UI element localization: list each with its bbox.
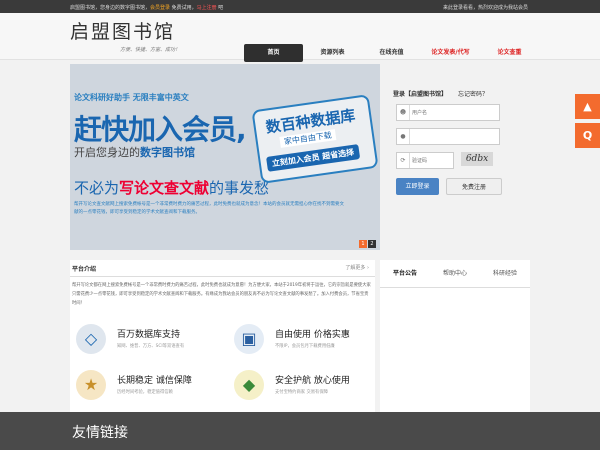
qq-icon[interactable]: Q [575,123,600,148]
feature-item: ◆ 安全护航 放心使用 支付宝特约商家 交易有保障 [228,368,378,413]
register-button[interactable]: 免费注册 [446,178,502,195]
banner-line3: 开启您身边的数字图书馆 [74,144,195,160]
lock-icon: ● [397,129,410,144]
platform-intro: 平台介绍 了解更多 › 帮开写论文都在网上搜索免费帐号是一个非常费时费力的痛苦过… [70,260,375,412]
feature-sub: 知网、维普、万方、SCI等双语查有 [117,344,185,349]
login-button[interactable]: 立即登录 [396,178,439,195]
tab-research-experience[interactable]: 科研经验 [480,260,530,287]
header: 启盟图书馆 方便、快捷、方富、成功！ 首页 资源列表 在线充值 论文发表/代写 … [0,13,600,62]
intro-divider [70,276,375,277]
friend-links-title: 友情链接 [72,425,128,441]
footer: 友情链接 [0,412,600,450]
user-icon: ☻ [397,105,410,120]
intro-more-link[interactable]: 了解更多 › [345,264,369,271]
promo-banner[interactable]: 论文科研好助手 无限丰富中英文 赶快加入会员, 开启您身边的数字图书馆 不必为写… [70,64,380,250]
username-input[interactable] [412,108,492,117]
banner-line4-c: 的事发愁 [209,179,270,197]
shield-icon: ◆ [234,370,264,400]
nav-recharge[interactable]: 在线充值 [362,44,421,62]
banner-line4: 不必为写论文查文献的事发愁 [74,177,269,198]
username-field[interactable]: ☻ [396,104,500,121]
medal-icon: ★ [76,370,106,400]
banner-description: 帮开写论文查文献网上搜索免费帐号是一个非常费时费力的痛苦过程，此时免费也就成为意… [74,202,344,215]
tab-announcements[interactable]: 平台公告 [380,260,430,287]
tab-row: 平台公告 帮助中心 科研经验 [380,260,530,288]
forgot-password-link[interactable]: 忘记密码？ [458,89,488,98]
nav-plagiarism-check[interactable]: 论文查重 [480,44,539,62]
feature-sub: 支付宝特约商家 交易有保障 [275,390,328,395]
feature-sub: 历经时间考验，稳定值得信赖 [117,390,173,395]
captcha-image[interactable]: 6dbx [461,152,493,166]
register-now-link[interactable]: 马上注册 [197,5,217,11]
feature-item: ◇ 百万数据库支持 知网、维普、万方、SCI等双语查有 [70,322,220,367]
tab-help-center[interactable]: 帮助中心 [430,260,480,287]
monitor-icon: ▣ [234,324,264,354]
feature-sub: 不限IP，会员包月下载费用低廉 [275,344,335,349]
feature-title: 自由使用 价格实惠 [275,330,350,340]
main-nav: 首页 资源列表 在线充值 论文发表/代写 论文查重 [244,44,539,62]
intro-text: 帮开写论文都在网上搜索免费帐号是一个非常费时费力的痛苦过程，此时免费也就成为意愿… [72,283,371,306]
nav-home[interactable]: 首页 [244,44,303,62]
captcha-field[interactable]: ⟳ [396,152,454,169]
site-slogan: 方便、快捷、方富、成功！ [120,47,181,53]
feature-title: 安全护航 放心使用 [275,376,350,386]
login-panel: 登录【启盟图书馆】 忘记密码？ ☻ ● ⟳ 6dbx 立即登录 免费注册 [390,82,528,236]
database-icon: ◇ [76,324,106,354]
site-logo[interactable]: 启盟图书馆 [70,17,175,44]
nav-paper-publish[interactable]: 论文发表/代写 [421,44,480,62]
refresh-icon: ⟳ [397,153,410,168]
login-title: 登录【启盟图书馆】 [393,91,448,98]
banner-headline: 赶快加入会员, [74,113,247,146]
banner-pager: 1 2 [359,240,376,248]
feature-item: ▣ 自由使用 价格实惠 不限IP，会员包月下载费用低廉 [228,322,378,367]
banner-line4-a: 不必为 [74,179,120,197]
banner-line3-b: 数字图书馆 [140,146,195,159]
welcome-text: 启盟图书馆，您身边的数字图书馆， [70,5,151,11]
banner-badge: 数百种数据库 家中自由下载 立刻加入会员 超省选择 [251,94,379,184]
nav-resources[interactable]: 资源列表 [303,44,362,62]
banner-dot-2[interactable]: 2 [368,240,376,248]
password-input[interactable] [412,132,492,141]
banner-line3-a: 开启您身边的 [74,146,140,159]
welcome-text-3: 吧 [216,5,224,11]
intro-heading: 平台介绍 [72,266,97,273]
banner-dot-1[interactable]: 1 [359,240,367,248]
top-bar: 启盟图书馆，您身边的数字图书馆，会员登录 免费试用，马上注册 吧 来此登录看看，… [0,0,600,13]
badge-cta: 立刻加入会员 超省选择 [266,144,361,172]
top-bar-right-text: 来此登录看看，热烈欢迎成为我站会员 [442,5,528,11]
captcha-input[interactable] [412,156,450,165]
feature-title: 长期稳定 诚信保障 [117,376,192,386]
info-tabs: 平台公告 帮助中心 科研经验 [380,260,530,412]
feature-item: ★ 长期稳定 诚信保障 历经时间考验，稳定值得信赖 [70,368,220,413]
feature-title: 百万数据库支持 [117,330,181,340]
banner-line4-b: 写论文查文献 [119,179,210,197]
back-to-top-icon[interactable]: ▲ [575,94,600,119]
side-tools: ▲ Q [575,94,600,152]
member-login-link[interactable]: 会员登录 [150,5,170,11]
top-bar-welcome: 启盟图书馆，您身边的数字图书馆，会员登录 免费试用，马上注册 吧 [70,4,223,11]
password-field[interactable]: ● [396,128,500,145]
banner-line1: 论文科研好助手 无限丰富中英文 [74,93,189,102]
welcome-text-2: 免费试用， [170,5,197,11]
